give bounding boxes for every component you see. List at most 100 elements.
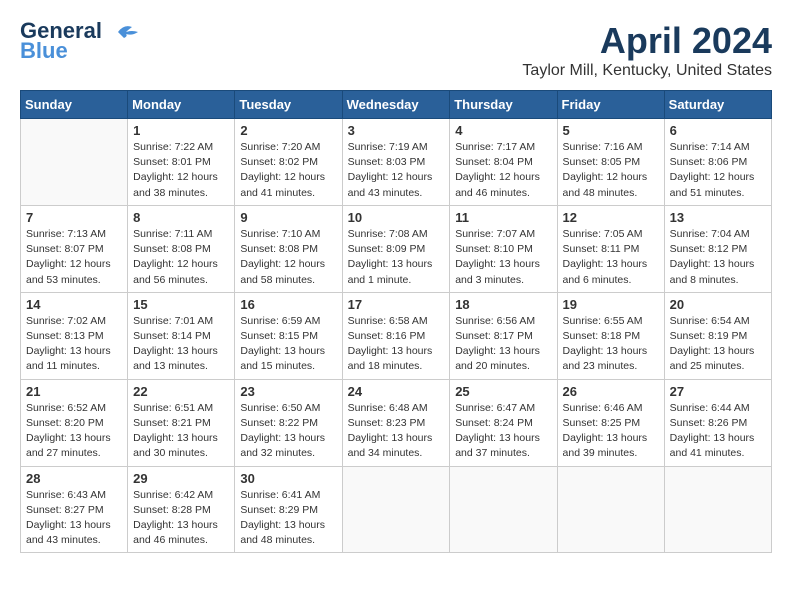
- day-number: 24: [348, 384, 445, 399]
- calendar-cell: 16 Sunrise: 6:59 AM Sunset: 8:15 PM Dayli…: [235, 292, 342, 379]
- day-number: 9: [240, 210, 336, 225]
- day-info: Sunrise: 7:13 AM Sunset: 8:07 PM Dayligh…: [26, 227, 122, 288]
- day-number: 30: [240, 471, 336, 486]
- weekday-header-monday: Monday: [128, 91, 235, 119]
- calendar-table: SundayMondayTuesdayWednesdayThursdayFrid…: [20, 90, 772, 553]
- calendar-week-row: 1 Sunrise: 7:22 AM Sunset: 8:01 PM Daylig…: [21, 119, 772, 206]
- calendar-cell: [21, 119, 128, 206]
- day-number: 26: [563, 384, 659, 399]
- day-info: Sunrise: 7:14 AM Sunset: 8:06 PM Dayligh…: [670, 140, 766, 201]
- day-info: Sunrise: 6:55 AM Sunset: 8:18 PM Dayligh…: [563, 314, 659, 375]
- day-info: Sunrise: 7:11 AM Sunset: 8:08 PM Dayligh…: [133, 227, 229, 288]
- day-number: 1: [133, 123, 229, 138]
- day-info: Sunrise: 7:02 AM Sunset: 8:13 PM Dayligh…: [26, 314, 122, 375]
- day-info: Sunrise: 7:16 AM Sunset: 8:05 PM Dayligh…: [563, 140, 659, 201]
- day-number: 10: [348, 210, 445, 225]
- title-area: April 2024 Taylor Mill, Kentucky, United…: [522, 20, 772, 80]
- calendar-cell: 26 Sunrise: 6:46 AM Sunset: 8:25 PM Dayli…: [557, 379, 664, 466]
- calendar-cell: 25 Sunrise: 6:47 AM Sunset: 8:24 PM Dayli…: [450, 379, 557, 466]
- weekday-header-thursday: Thursday: [450, 91, 557, 119]
- calendar-cell: 10 Sunrise: 7:08 AM Sunset: 8:09 PM Dayli…: [342, 205, 450, 292]
- calendar-cell: 18Sunrise: 6:56 AM Sunset: 8:17 PM Dayli…: [450, 292, 557, 379]
- page-header: General Blue April 2024 Taylor Mill, Ken…: [20, 20, 772, 80]
- calendar-cell: 8 Sunrise: 7:11 AM Sunset: 8:08 PM Daylig…: [128, 205, 235, 292]
- calendar-cell: 9 Sunrise: 7:10 AM Sunset: 8:08 PM Daylig…: [235, 205, 342, 292]
- day-number: 27: [670, 384, 766, 399]
- calendar-cell: 28 Sunrise: 6:43 AM Sunset: 8:27 PM Dayli…: [21, 466, 128, 553]
- weekday-header-tuesday: Tuesday: [235, 91, 342, 119]
- calendar-cell: 20 Sunrise: 6:54 AM Sunset: 8:19 PM Dayli…: [664, 292, 771, 379]
- day-info: Sunrise: 7:20 AM Sunset: 8:02 PM Dayligh…: [240, 140, 336, 201]
- day-number: 29: [133, 471, 229, 486]
- day-info: Sunrise: 7:10 AM Sunset: 8:08 PM Dayligh…: [240, 227, 336, 288]
- day-info: Sunrise: 7:07 AM Sunset: 8:10 PM Dayligh…: [455, 227, 551, 288]
- day-info: Sunrise: 7:22 AM Sunset: 8:01 PM Dayligh…: [133, 140, 229, 201]
- day-info: Sunrise: 6:44 AM Sunset: 8:26 PM Dayligh…: [670, 401, 766, 462]
- calendar-cell: 13Sunrise: 7:04 AM Sunset: 8:12 PM Dayli…: [664, 205, 771, 292]
- day-info: Sunrise: 6:50 AM Sunset: 8:22 PM Dayligh…: [240, 401, 336, 462]
- day-number: 20: [670, 297, 766, 312]
- day-number: 18: [455, 297, 551, 312]
- day-number: 23: [240, 384, 336, 399]
- calendar-cell: 29Sunrise: 6:42 AM Sunset: 8:28 PM Dayli…: [128, 466, 235, 553]
- calendar-cell: 24 Sunrise: 6:48 AM Sunset: 8:23 PM Dayli…: [342, 379, 450, 466]
- day-number: 12: [563, 210, 659, 225]
- calendar-cell: 5 Sunrise: 7:16 AM Sunset: 8:05 PM Daylig…: [557, 119, 664, 206]
- calendar-cell: [450, 466, 557, 553]
- calendar-week-row: 28 Sunrise: 6:43 AM Sunset: 8:27 PM Dayli…: [21, 466, 772, 553]
- day-number: 4: [455, 123, 551, 138]
- day-number: 14: [26, 297, 122, 312]
- calendar-cell: 21 Sunrise: 6:52 AM Sunset: 8:20 PM Dayli…: [21, 379, 128, 466]
- day-info: Sunrise: 7:08 AM Sunset: 8:09 PM Dayligh…: [348, 227, 445, 288]
- calendar-cell: 1 Sunrise: 7:22 AM Sunset: 8:01 PM Daylig…: [128, 119, 235, 206]
- calendar-cell: 15 Sunrise: 7:01 AM Sunset: 8:14 PM Dayli…: [128, 292, 235, 379]
- calendar-cell: 12 Sunrise: 7:05 AM Sunset: 8:11 PM Dayli…: [557, 205, 664, 292]
- day-info: Sunrise: 7:19 AM Sunset: 8:03 PM Dayligh…: [348, 140, 445, 201]
- day-number: 16: [240, 297, 336, 312]
- calendar-cell: 27 Sunrise: 6:44 AM Sunset: 8:26 PM Dayli…: [664, 379, 771, 466]
- day-info: Sunrise: 7:17 AM Sunset: 8:04 PM Dayligh…: [455, 140, 551, 201]
- day-info: Sunrise: 6:59 AM Sunset: 8:15 PM Dayligh…: [240, 314, 336, 375]
- day-number: 28: [26, 471, 122, 486]
- day-info: Sunrise: 6:54 AM Sunset: 8:19 PM Dayligh…: [670, 314, 766, 375]
- day-info: Sunrise: 7:01 AM Sunset: 8:14 PM Dayligh…: [133, 314, 229, 375]
- calendar-week-row: 14 Sunrise: 7:02 AM Sunset: 8:13 PM Dayli…: [21, 292, 772, 379]
- day-number: 8: [133, 210, 229, 225]
- location-title: Taylor Mill, Kentucky, United States: [522, 62, 772, 80]
- day-number: 5: [563, 123, 659, 138]
- day-info: Sunrise: 6:48 AM Sunset: 8:23 PM Dayligh…: [348, 401, 445, 462]
- calendar-cell: 2Sunrise: 7:20 AM Sunset: 8:02 PM Daylig…: [235, 119, 342, 206]
- day-info: Sunrise: 6:51 AM Sunset: 8:21 PM Dayligh…: [133, 401, 229, 462]
- weekday-header-saturday: Saturday: [664, 91, 771, 119]
- day-info: Sunrise: 6:46 AM Sunset: 8:25 PM Dayligh…: [563, 401, 659, 462]
- day-number: 3: [348, 123, 445, 138]
- calendar-cell: 6 Sunrise: 7:14 AM Sunset: 8:06 PM Daylig…: [664, 119, 771, 206]
- calendar-cell: 22 Sunrise: 6:51 AM Sunset: 8:21 PM Dayli…: [128, 379, 235, 466]
- day-info: Sunrise: 6:52 AM Sunset: 8:20 PM Dayligh…: [26, 401, 122, 462]
- calendar-cell: [664, 466, 771, 553]
- day-info: Sunrise: 6:47 AM Sunset: 8:24 PM Dayligh…: [455, 401, 551, 462]
- day-info: Sunrise: 6:43 AM Sunset: 8:27 PM Dayligh…: [26, 488, 122, 549]
- day-number: 25: [455, 384, 551, 399]
- calendar-cell: 4 Sunrise: 7:17 AM Sunset: 8:04 PM Daylig…: [450, 119, 557, 206]
- day-number: 15: [133, 297, 229, 312]
- day-number: 13: [670, 210, 766, 225]
- day-number: 7: [26, 210, 122, 225]
- day-info: Sunrise: 6:41 AM Sunset: 8:29 PM Dayligh…: [240, 488, 336, 549]
- calendar-cell: 3 Sunrise: 7:19 AM Sunset: 8:03 PM Daylig…: [342, 119, 450, 206]
- day-info: Sunrise: 6:58 AM Sunset: 8:16 PM Dayligh…: [348, 314, 445, 375]
- day-number: 21: [26, 384, 122, 399]
- day-info: Sunrise: 7:05 AM Sunset: 8:11 PM Dayligh…: [563, 227, 659, 288]
- day-number: 17: [348, 297, 445, 312]
- calendar-cell: 7 Sunrise: 7:13 AM Sunset: 8:07 PM Daylig…: [21, 205, 128, 292]
- calendar-cell: 19Sunrise: 6:55 AM Sunset: 8:18 PM Dayli…: [557, 292, 664, 379]
- calendar-cell: [342, 466, 450, 553]
- calendar-cell: 11Sunrise: 7:07 AM Sunset: 8:10 PM Dayli…: [450, 205, 557, 292]
- calendar-cell: 17 Sunrise: 6:58 AM Sunset: 8:16 PM Dayli…: [342, 292, 450, 379]
- calendar-cell: [557, 466, 664, 553]
- weekday-header-wednesday: Wednesday: [342, 91, 450, 119]
- calendar-week-row: 7 Sunrise: 7:13 AM Sunset: 8:07 PM Daylig…: [21, 205, 772, 292]
- weekday-header-friday: Friday: [557, 91, 664, 119]
- day-number: 22: [133, 384, 229, 399]
- day-number: 6: [670, 123, 766, 138]
